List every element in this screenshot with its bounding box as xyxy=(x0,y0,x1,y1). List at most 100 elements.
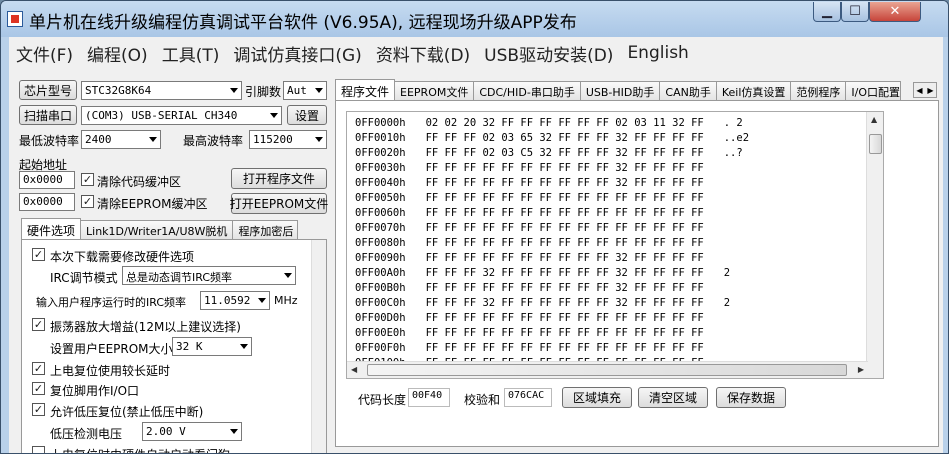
modify-options-label: 本次下载需要修改硬件选项 xyxy=(50,250,195,264)
close-button[interactable]: ✕ xyxy=(869,2,921,22)
hex-row: 0FF00A0h FF FF FF 32 FF FF FF FF FF FF 32… xyxy=(355,266,749,281)
hex-bytes[interactable]: FF FF FF FF FF FF FF FF FF FF FF FF FF F… xyxy=(426,327,704,339)
chevron-down-icon xyxy=(315,137,323,142)
hex-bytes[interactable]: FF FF FF 32 FF FF FF FF FF FF 32 FF FF F… xyxy=(426,297,704,309)
hex-bytes[interactable]: FF FF FF FF FF FF FF FF FF FF FF FF FF F… xyxy=(426,192,704,204)
hex-bytes[interactable]: FF FF FF FF FF FF FF FF FF FF FF FF FF F… xyxy=(426,237,704,249)
settings-button[interactable]: 设置 xyxy=(287,105,327,125)
chevron-down-icon xyxy=(270,113,278,118)
tab-usb-hid[interactable]: USB-HID助手 xyxy=(579,81,661,100)
hex-bytes[interactable]: 02 02 20 32 FF FF FF FF FF FF 02 03 11 3… xyxy=(425,117,704,129)
chip-model-value: STC32G8K64 xyxy=(85,84,152,97)
minimize-button[interactable]: ▁ xyxy=(813,2,841,22)
hex-bytes[interactable]: FF FF FF 32 FF FF FF FF FF FF 32 FF FF F… xyxy=(426,267,704,279)
min-baud-select[interactable]: 2400 xyxy=(81,130,161,149)
hex-bytes[interactable]: FF FF FF FF FF FF FF FF FF FF 32 FF FF F… xyxy=(426,252,704,264)
hex-bytes[interactable]: FF FF FF FF FF FF FF FF FF FF FF FF FF F… xyxy=(426,312,704,324)
hex-row: 0FF0060h FF FF FF FF FF FF FF FF FF FF FF… xyxy=(355,206,749,221)
tab-offline[interactable]: Link1D/Writer1A/U8W脱机 xyxy=(80,220,234,239)
code-length-value: 00F40 xyxy=(408,388,450,407)
hex-address: 0FF0000h xyxy=(355,117,406,129)
irc-freq-label: 输入用户程序运行时的IRC频率 xyxy=(36,296,187,309)
scroll-left-icon[interactable]: ◀ xyxy=(351,365,357,374)
max-baud-select[interactable]: 115200 xyxy=(249,130,327,149)
tab-keil-settings[interactable]: Keil仿真设置 xyxy=(715,81,792,100)
tab-eeprom-file[interactable]: EEPROM文件 xyxy=(394,81,475,100)
long-reset-delay-checkbox[interactable]: ✓ xyxy=(32,362,45,375)
open-eeprom-button[interactable]: 打开EEPROM文件 xyxy=(230,193,328,214)
tab-program-file[interactable]: 程序文件 xyxy=(335,79,396,100)
clear-eeprom-checkbox[interactable]: ✓ xyxy=(81,195,94,208)
watchdog-checkbox[interactable] xyxy=(32,446,45,453)
menu-download[interactable]: 资料下载(D) xyxy=(369,41,477,66)
scroll-up-icon[interactable]: ▲ xyxy=(871,115,877,124)
hex-editor[interactable]: 0FF0000h 02 02 20 32 FF FF FF FF FF FF 02… xyxy=(346,111,884,379)
hex-address: 0FF0070h xyxy=(355,222,406,234)
eeprom-address-input[interactable]: 0x0000 xyxy=(19,193,75,211)
chip-model-button[interactable]: 芯片型号 xyxy=(19,80,77,100)
menu-debug[interactable]: 调试仿真接口(G) xyxy=(226,41,368,66)
low-voltage-select[interactable]: 2.00 V xyxy=(142,422,242,441)
low-voltage-reset-checkbox[interactable]: ✓ xyxy=(32,403,45,416)
open-program-button[interactable]: 打开程序文件 xyxy=(231,168,327,189)
irc-unit: MHz xyxy=(274,294,298,307)
long-reset-delay-label: 上电复位使用较长延时 xyxy=(50,364,171,378)
options-scrollbar[interactable] xyxy=(311,240,326,453)
menu-english[interactable]: English xyxy=(620,43,695,63)
tab-hardware-options[interactable]: 硬件选项 xyxy=(21,218,82,239)
chevron-down-icon xyxy=(149,137,157,142)
code-address-input[interactable]: 0x0000 xyxy=(19,171,75,189)
save-data-button[interactable]: 保存数据 xyxy=(716,387,786,408)
tab-cdc-hid-serial[interactable]: CDC/HID-串口助手 xyxy=(473,81,581,100)
hex-address: 0FF00F0h xyxy=(355,342,406,354)
low-voltage-reset-label: 允许低压复位(禁止低压中断) xyxy=(50,405,204,419)
hex-address: 0FF0090h xyxy=(355,252,406,264)
irc-freq-value: 11.0592 xyxy=(204,294,251,307)
scan-port-button[interactable]: 扫描串口 xyxy=(19,105,77,125)
hex-row: 0FF0000h 02 02 20 32 FF FF FF FF FF FF 02… xyxy=(355,116,749,131)
fill-area-button[interactable]: 区域填充 xyxy=(562,387,632,408)
menu-file[interactable]: 文件(F) xyxy=(9,41,80,66)
clear-area-button[interactable]: 清空区域 xyxy=(638,387,708,408)
chip-model-select[interactable]: STC32G8K64 xyxy=(81,81,242,100)
hex-bytes[interactable]: FF FF FF FF FF FF FF FF FF FF FF FF FF F… xyxy=(426,222,704,234)
hex-bytes[interactable]: FF FF FF 02 03 65 32 FF FF FF 32 FF FF F… xyxy=(426,132,704,144)
scroll-right-icon[interactable]: ▶ xyxy=(858,365,864,374)
hex-rows: 0FF0000h 02 02 20 32 FF FF FF FF FF FF 02… xyxy=(355,116,749,378)
tab-can[interactable]: CAN助手 xyxy=(659,81,717,100)
hardware-options-panel: ✓ 本次下载需要修改硬件选项 IRC调节模式 总是动态调节IRC频率 输入用户程… xyxy=(21,239,327,453)
tab-encryption[interactable]: 程序加密后 xyxy=(232,220,299,239)
hex-bytes[interactable]: FF FF FF 02 03 C5 32 FF FF FF 32 FF FF F… xyxy=(426,147,704,159)
menu-tools[interactable]: 工具(T) xyxy=(155,41,227,66)
horizontal-scrollbar[interactable]: ◀ ▶ xyxy=(347,361,868,378)
hex-bytes[interactable]: FF FF FF FF FF FF FF FF FF FF FF FF FF F… xyxy=(426,342,704,354)
hex-bytes[interactable]: FF FF FF FF FF FF FF FF FF FF 32 FF FF F… xyxy=(426,282,704,294)
port-select[interactable]: (COM3) USB-SERIAL CH340 xyxy=(81,106,282,125)
vertical-scrollbar[interactable]: ▲ xyxy=(866,112,883,378)
menu-usb-driver[interactable]: USB驱动安装(D) xyxy=(477,41,620,66)
tab-scroll-arrows[interactable]: ◀ ▶ xyxy=(913,82,937,98)
tab-examples[interactable]: 范例程序 xyxy=(790,81,847,100)
min-baud-label: 最低波特率 xyxy=(19,134,80,148)
vertical-scroll-thumb[interactable] xyxy=(869,134,882,154)
modify-options-checkbox[interactable]: ✓ xyxy=(32,248,45,261)
hex-bytes[interactable]: FF FF FF FF FF FF FF FF FF FF 32 FF FF F… xyxy=(426,162,704,174)
irc-mode-select[interactable]: 总是动态调节IRC频率 xyxy=(122,266,296,285)
menu-program[interactable]: 编程(O) xyxy=(80,41,155,66)
eeprom-size-select[interactable]: 32 K xyxy=(172,337,252,356)
osc-gain-checkbox[interactable]: ✓ xyxy=(32,318,45,331)
reset-pin-io-label: 复位脚用作I/O口 xyxy=(50,384,140,398)
tab-io-config[interactable]: I/O口配置 xyxy=(845,81,902,100)
hex-row: 0FF0030h FF FF FF FF FF FF FF FF FF FF 32… xyxy=(355,161,749,176)
horizontal-scroll-thumb[interactable] xyxy=(367,364,847,376)
title-bar[interactable]: 单片机在线升级编程仿真调试平台软件 (V6.95A), 远程现场升级APP发布 … xyxy=(1,1,948,37)
maximize-button[interactable]: ☐ xyxy=(841,2,869,22)
pins-select[interactable]: Aut xyxy=(283,81,327,100)
hex-bytes[interactable]: FF FF FF FF FF FF FF FF FF FF 32 FF FF F… xyxy=(426,177,704,189)
irc-freq-select[interactable]: 11.0592 xyxy=(200,291,270,310)
hex-bytes[interactable]: FF FF FF FF FF FF FF FF FF FF FF FF FF F… xyxy=(426,207,704,219)
clear-code-checkbox[interactable]: ✓ xyxy=(81,173,94,186)
watchdog-label: 上电复位时由硬件自动启动看门狗 xyxy=(50,446,230,453)
hex-row: 0FF0010h FF FF FF 02 03 65 32 FF FF FF 32… xyxy=(355,131,749,146)
reset-pin-io-checkbox[interactable]: ✓ xyxy=(32,382,45,395)
